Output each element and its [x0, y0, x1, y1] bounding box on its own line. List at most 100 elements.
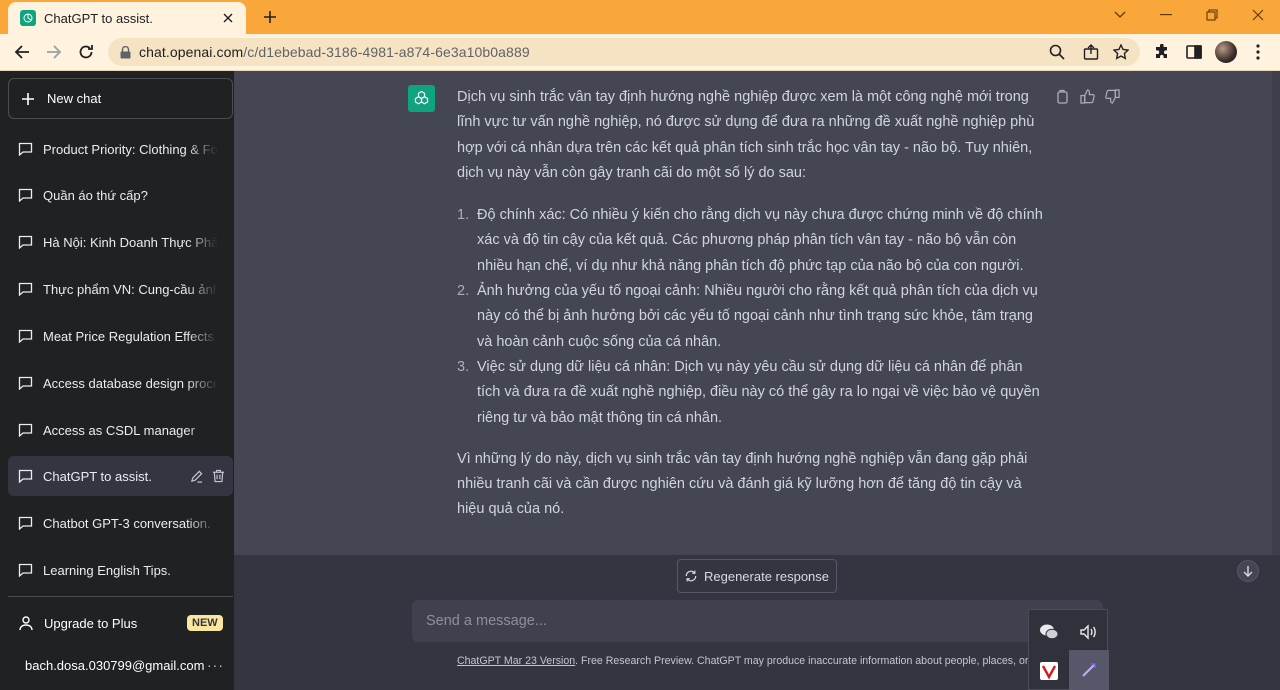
- list-number: 2.: [457, 283, 470, 300]
- pen-input-icon[interactable]: [1069, 650, 1109, 690]
- zoom-search-icon[interactable]: [1048, 43, 1066, 61]
- footer-disclaimer: ChatGPT Mar 23 Version. Free Research Pr…: [457, 655, 1032, 667]
- new-chat-button[interactable]: New chat: [8, 78, 233, 119]
- chatgpt-logo-icon: [408, 85, 435, 112]
- plus-icon: [21, 92, 35, 106]
- message-point-1: 1. Độ chính xác: Có nhiều ý kiến cho rằng…: [457, 203, 1049, 279]
- restore-window-button[interactable]: [1200, 4, 1224, 26]
- conversation-label: Hà Nội: Kinh Doanh Thực Phẩm: [43, 234, 218, 250]
- new-chat-label: New chat: [47, 91, 102, 106]
- conversation-label: Access database design process: [43, 375, 218, 391]
- sidebar-conversation-item[interactable]: ChatGPT to assist.: [8, 456, 233, 496]
- chat-bubble-icon: [18, 188, 33, 202]
- chat-bubble-icon: [18, 563, 33, 577]
- chat-bubble-icon: [18, 282, 33, 296]
- message-text: Dịch vụ sinh trắc vân tay định hướng ngh…: [457, 85, 1049, 523]
- side-panel-icon[interactable]: [1184, 42, 1204, 62]
- conversation-label: Meat Price Regulation Effects: [43, 328, 215, 344]
- thumbs-down-icon[interactable]: [1104, 88, 1120, 104]
- browser-tab-strip: ChatGPT to assist.: [0, 0, 1280, 34]
- minimize-window-button[interactable]: [1154, 4, 1178, 26]
- message-intro: Dịch vụ sinh trắc vân tay định hướng ngh…: [457, 89, 1035, 181]
- regenerate-response-button[interactable]: Regenerate response: [677, 559, 837, 593]
- upgrade-to-plus-button[interactable]: Upgrade to Plus NEW: [8, 603, 233, 643]
- extensions-puzzle-icon[interactable]: [1152, 42, 1172, 62]
- conversation-label: Access as CSDL manager: [43, 422, 195, 438]
- main-chat-area: Dịch vụ sinh trắc vân tay định hướng ngh…: [234, 71, 1280, 690]
- sidebar-conversation-item[interactable]: Hà Nội: Kinh Doanh Thực Phẩm: [8, 222, 233, 262]
- sidebar-conversation-item[interactable]: Thực phẩm VN: Cung-cầu ảnh hưởng: [8, 269, 233, 309]
- openai-favicon-icon: [20, 10, 36, 26]
- new-badge: NEW: [187, 615, 223, 631]
- account-email: bach.dosa.030799@gmail.com: [25, 657, 205, 673]
- tab-close-icon[interactable]: [220, 10, 236, 26]
- thumbs-up-icon[interactable]: [1079, 88, 1095, 104]
- sidebar-conversation-item[interactable]: Product Priority: Clothing & Food: [8, 129, 233, 169]
- sidebar: New chat Product Priority: Clothing & Fo…: [0, 71, 234, 690]
- message-points-list: 1. Độ chính xác: Có nhiều ý kiến cho rằng…: [457, 203, 1049, 431]
- list-number: 1.: [457, 207, 470, 224]
- vietkey-icon[interactable]: [1029, 651, 1069, 690]
- copy-icon[interactable]: [1054, 88, 1070, 104]
- chat-bubble-icon: [18, 235, 33, 249]
- profile-avatar[interactable]: [1215, 41, 1237, 63]
- sidebar-conversation-item[interactable]: Quần áo thứ cấp?: [8, 175, 233, 215]
- list-item-text: Độ chính xác: Có nhiều ý kiến cho rằng d…: [477, 207, 1043, 274]
- new-tab-button[interactable]: [258, 6, 282, 28]
- upgrade-label: Upgrade to Plus: [44, 615, 138, 631]
- url-host: chat.openai.com: [139, 44, 244, 60]
- bookmark-star-icon[interactable]: [1112, 43, 1130, 61]
- chat-bubble-icon: [18, 516, 33, 530]
- sidebar-conversation-item[interactable]: Access as CSDL manager: [8, 410, 233, 450]
- conversation-label: ChatGPT to assist.: [43, 468, 152, 484]
- sidebar-conversation-item[interactable]: Access database design process: [8, 363, 233, 403]
- sidebar-conversation-item[interactable]: Learning English Tips.: [8, 550, 233, 590]
- list-number: 3.: [457, 358, 470, 375]
- browser-tab[interactable]: ChatGPT to assist.: [8, 2, 246, 34]
- message-input[interactable]: [426, 613, 1026, 629]
- more-dots-icon[interactable]: ···: [207, 657, 224, 673]
- message-composer: [412, 600, 1103, 642]
- conversation-label: Thực phẩm VN: Cung-cầu ảnh hưởng: [43, 281, 218, 297]
- assistant-message: Dịch vụ sinh trắc vân tay định hướng ngh…: [234, 71, 1272, 555]
- regenerate-label: Regenerate response: [703, 568, 830, 584]
- scroll-to-bottom-button[interactable]: [1237, 560, 1259, 582]
- footer-note-text: . Free Research Preview. ChatGPT may pro…: [575, 655, 1032, 667]
- edit-pencil-icon[interactable]: [188, 468, 204, 484]
- conversation-label: Product Priority: Clothing & Food: [43, 141, 218, 157]
- speaker-icon[interactable]: [1069, 612, 1109, 652]
- browser-menu-icon[interactable]: [1248, 42, 1268, 62]
- version-link[interactable]: ChatGPT Mar 23 Version: [457, 655, 575, 667]
- forward-button[interactable]: [40, 38, 68, 66]
- conversation-label: Quần áo thứ cấp?: [43, 187, 148, 203]
- sidebar-divider: [8, 596, 233, 597]
- browser-toolbar: chat.openai.com/c/d1ebebad-3186-4981-a87…: [0, 34, 1280, 71]
- message-conclusion: Vì những lý do này, dịch vụ sinh trắc vâ…: [457, 450, 1028, 518]
- reload-button[interactable]: [72, 38, 100, 66]
- back-button[interactable]: [8, 38, 36, 66]
- wechat-icon[interactable]: [1029, 612, 1069, 652]
- list-item-text: Việc sử dụng dữ liệu cá nhân: Dịch vụ nà…: [477, 358, 1040, 426]
- address-bar[interactable]: chat.openai.com/c/d1ebebad-3186-4981-a87…: [108, 38, 1140, 66]
- message-point-2: 2. Ảnh hưởng của yếu tố ngoại cảnh: Nhiều…: [457, 279, 1049, 355]
- lock-icon[interactable]: [120, 45, 131, 59]
- list-item-text: Ảnh hưởng của yếu tố ngoại cảnh: Nhiều n…: [477, 283, 1038, 350]
- chat-bubble-icon: [18, 329, 33, 343]
- delete-trash-icon[interactable]: [210, 468, 226, 484]
- user-icon: [18, 615, 34, 631]
- sidebar-conversation-item[interactable]: Chatbot GPT-3 conversation.: [8, 503, 233, 543]
- chat-bubble-icon: [18, 142, 33, 156]
- ime-toolbar: [1028, 609, 1109, 690]
- chat-scrollbar[interactable]: [1272, 71, 1280, 555]
- refresh-icon: [685, 570, 697, 582]
- close-window-button[interactable]: [1246, 4, 1270, 26]
- tab-search-chevron-down-icon[interactable]: [1108, 4, 1132, 26]
- share-icon[interactable]: [1082, 43, 1100, 61]
- sidebar-conversation-item[interactable]: Meat Price Regulation Effects: [8, 316, 233, 356]
- chat-bubble-icon: [18, 376, 33, 390]
- account-menu-button[interactable]: bach.dosa.030799@gmail.com ···: [8, 645, 233, 685]
- url-path: /c/d1ebebad-3186-4981-a874-6e3a10b0a889: [243, 44, 530, 60]
- tab-title: ChatGPT to assist.: [44, 10, 153, 26]
- conversation-label: Learning English Tips.: [43, 562, 171, 578]
- chat-bubble-icon: [18, 469, 33, 483]
